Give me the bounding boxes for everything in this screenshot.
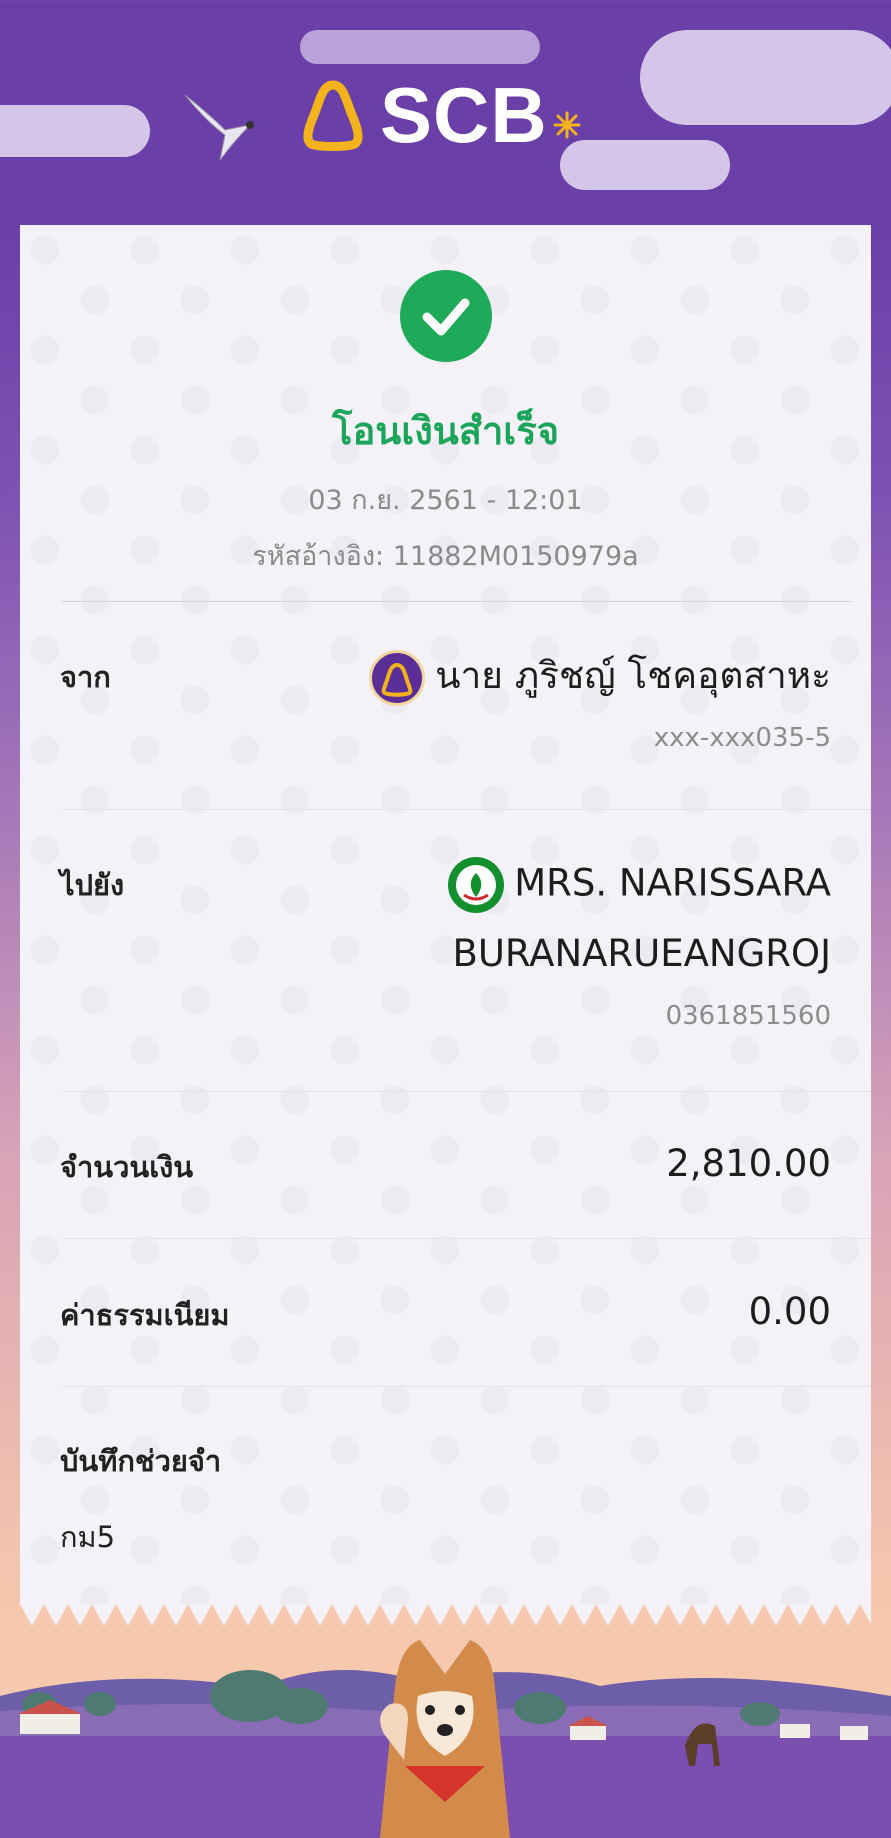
scb-bank-icon	[369, 649, 426, 706]
status-title: โอนเงินสำเร็จ	[332, 409, 559, 453]
fee-label: ค่าธรรมเนียม	[60, 1298, 230, 1332]
sender-name-row: นาย ภูริชญ์ โชคอุตสาหะ	[369, 646, 831, 706]
sender-name: นาย ภูริชญ์ โชคอุตสาหะ	[435, 654, 831, 697]
header-banner: SCB	[0, 0, 891, 225]
recipient-account: 0361851560	[665, 1001, 831, 1031]
to-label: ไปยัง	[60, 868, 125, 902]
brand-name: SCB	[380, 70, 548, 159]
cloud-right-low	[560, 140, 730, 190]
divider	[62, 1091, 871, 1092]
success-check-icon	[400, 270, 492, 362]
recipient-name-line2: BURANARUEANGROJ	[452, 932, 831, 975]
amount-value: 2,810.00	[666, 1142, 831, 1185]
scb-logo-icon	[303, 80, 363, 151]
sender-account: xxx-xxx035-5	[653, 723, 831, 753]
cloud-right	[640, 30, 891, 125]
transaction-datetime: 03 ก.ย. 2561 - 12:01	[308, 485, 583, 516]
amount-label: จำนวนเงิน	[60, 1150, 194, 1184]
reference-number: รหัสอ้างอิง: 11882M0150979a	[252, 541, 639, 572]
recipient-name-row: MRS. NARISSARA	[448, 857, 831, 913]
divider	[62, 1386, 871, 1387]
from-label: จาก	[60, 660, 111, 694]
cloud-left	[0, 105, 150, 157]
memo-label: บันทึกช่วยจำ	[60, 1444, 222, 1478]
cloud-top	[300, 30, 540, 64]
divider	[62, 601, 851, 602]
fee-value: 0.00	[748, 1290, 831, 1333]
divider	[62, 809, 871, 810]
receipt-zigzag-edge	[20, 1604, 871, 1626]
sparkle-icon	[553, 111, 581, 139]
recipient-name-line1: MRS. NARISSARA	[514, 861, 831, 905]
bird-icon	[184, 94, 254, 161]
kbank-bank-icon	[448, 857, 505, 913]
lavender-field-illustration	[0, 1640, 891, 1838]
scb-logo: SCB	[300, 70, 582, 160]
divider	[62, 1238, 871, 1239]
memo-value: กม5	[60, 1520, 116, 1554]
